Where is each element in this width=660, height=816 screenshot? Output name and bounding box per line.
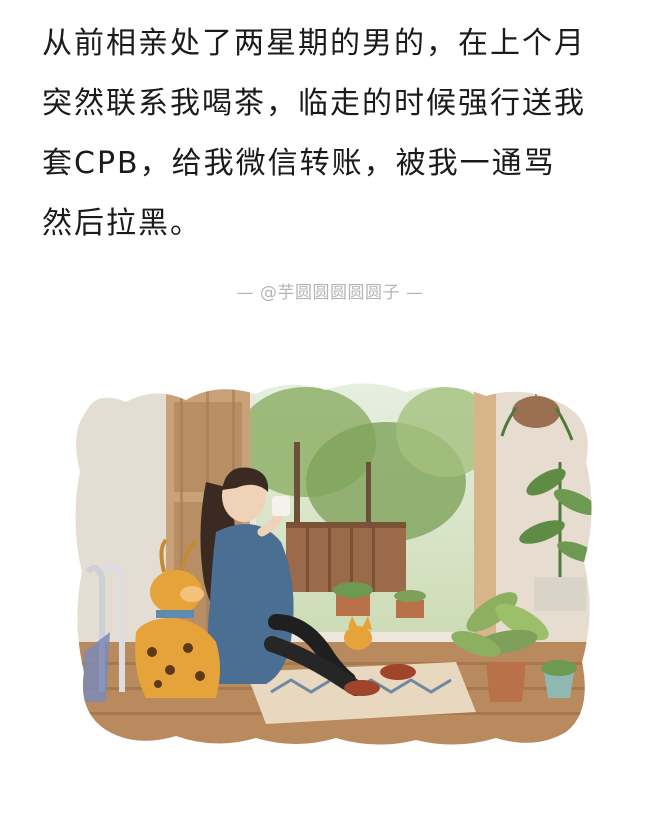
attribution-right-dash: —: [406, 283, 424, 303]
attribution-handle: @芋圆圆圆圆圆子: [260, 283, 400, 303]
dog-scarf: [156, 610, 194, 618]
shoe-icon: [344, 680, 380, 696]
tea-cup-icon: [272, 496, 290, 516]
article-line: 从前相亲处了两星期的男的，在上个月: [42, 26, 586, 61]
article-body: 从前相亲处了两星期的男的，在上个月 突然联系我喝茶，临走的时候强行送我 套CPB…: [42, 14, 632, 254]
illustration: [66, 372, 602, 750]
author-attribution: — @芋圆圆圆圆圆子 —: [0, 278, 660, 303]
article-line: 突然联系我喝茶，临走的时候强行送我: [42, 86, 586, 121]
article-line: 然后拉黑。: [42, 206, 202, 241]
girl-with-tea-illustration: [75, 383, 592, 745]
door-frame: [474, 386, 496, 676]
wooden-fence: [286, 522, 406, 592]
shoe-icon: [380, 664, 416, 680]
article-line: 套CPB，给我微信转账，被我一通骂: [42, 146, 556, 181]
attribution-left-dash: —: [236, 283, 254, 303]
article-paragraph: 从前相亲处了两星期的男的，在上个月 突然联系我喝茶，临走的时候强行送我 套CPB…: [42, 14, 632, 254]
